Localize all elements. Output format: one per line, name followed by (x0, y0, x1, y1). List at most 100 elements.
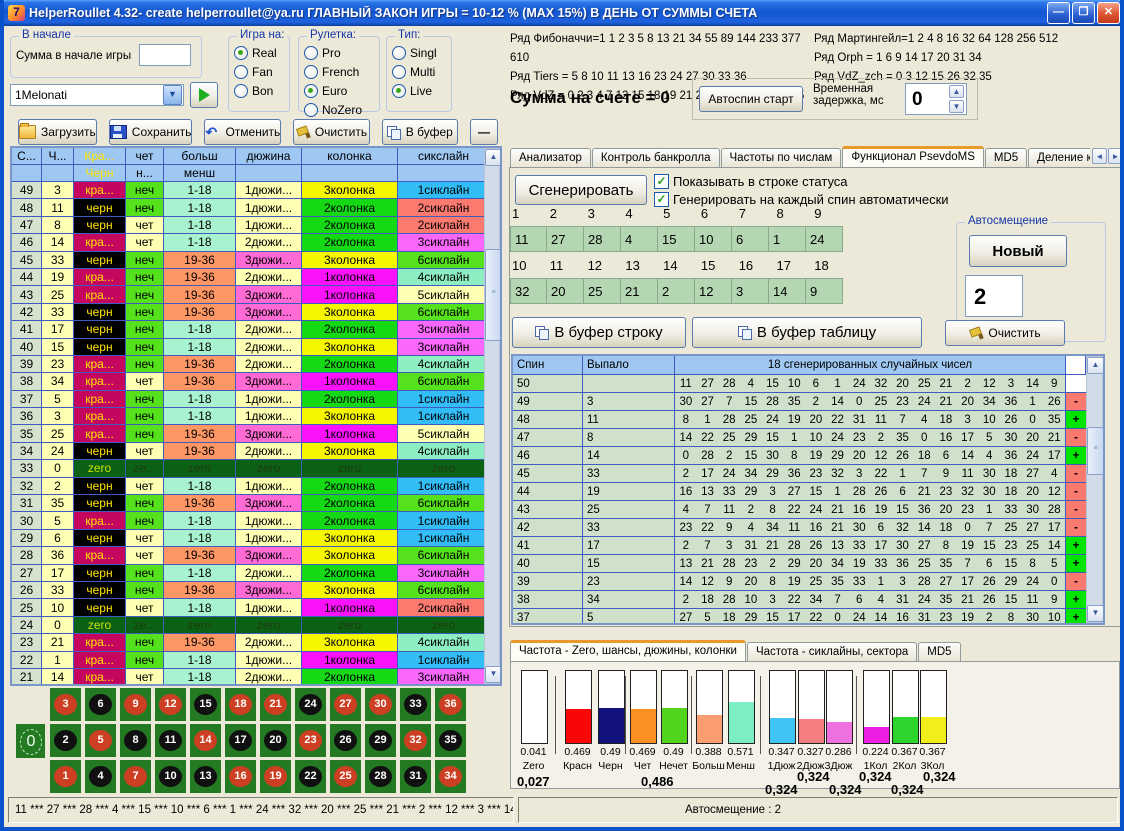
roulette-cell-32[interactable]: 32 (400, 724, 431, 757)
roulette-cell-29[interactable]: 29 (365, 724, 396, 757)
roulette-cell-21[interactable]: 21 (260, 688, 291, 721)
start-sum-input[interactable] (139, 44, 191, 66)
generated-number: 21 (697, 558, 719, 570)
copy-table-button[interactable]: В буфер таблицу (692, 317, 922, 348)
roulette-cell-12[interactable]: 12 (155, 688, 186, 721)
autoshift-value-input[interactable]: 2 (965, 275, 1023, 317)
roulette-cell-11[interactable]: 11 (155, 724, 186, 757)
copy-row-button[interactable]: В буфер строку (512, 317, 686, 348)
roulette-cell-30[interactable]: 30 (365, 688, 396, 721)
tab-1[interactable]: Анализатор (510, 148, 591, 168)
radio-multi[interactable]: Multi (392, 62, 447, 81)
roulette-cell-24[interactable]: 24 (295, 688, 326, 721)
roulette-cell-6[interactable]: 6 (85, 688, 116, 721)
radio-pro[interactable]: Pro (304, 43, 375, 62)
generated-table-scrollbar[interactable]: ▲ ≡ ▼ (1086, 356, 1103, 623)
toolbar-button-2[interactable]: Сохранить (109, 119, 193, 145)
radio-nozero[interactable]: NoZero (304, 100, 375, 119)
scroll-down-icon[interactable]: ▼ (485, 666, 502, 683)
radio-bon[interactable]: Bon (234, 81, 285, 100)
scroll-up-icon[interactable]: ▲ (1087, 357, 1104, 374)
toolbar-button-3[interactable]: ↶Отменить (204, 119, 281, 145)
reference-value: 0,324 (859, 769, 892, 784)
roulette-cell-13[interactable]: 13 (190, 760, 221, 793)
radio-french[interactable]: French (304, 62, 375, 81)
tab-6[interactable]: Деление колеса на (1028, 148, 1090, 168)
close-button[interactable]: ✕ (1097, 2, 1120, 24)
roulette-cell-33[interactable]: 33 (400, 688, 431, 721)
history-table-scrollbar[interactable]: ▲ ≡ ▼ (484, 148, 500, 684)
tab-3[interactable]: Частоты по числам (721, 148, 842, 168)
roulette-cell-19[interactable]: 19 (260, 760, 291, 793)
roulette-zero-cell[interactable]: 0 (16, 724, 45, 758)
roulette-cell-14[interactable]: 14 (190, 724, 221, 757)
roulette-cell-35[interactable]: 35 (435, 724, 466, 757)
minimize-button[interactable]: — (1047, 2, 1070, 24)
autoshift-new-button[interactable]: Новый (969, 235, 1067, 267)
scroll-up-icon[interactable]: ▲ (485, 149, 502, 166)
autospin-panel: Автоспин старт Временнаязадержка, мс 0 ▲… (692, 78, 978, 120)
toolbar-button-4[interactable]: Очистить (293, 119, 369, 145)
autospin-start-button[interactable]: Автоспин старт (699, 86, 803, 112)
toolbar-button-1[interactable]: Загрузить (18, 119, 97, 145)
spinner-up-icon[interactable]: ▲ (949, 85, 964, 98)
radio-singl[interactable]: Singl (392, 43, 447, 62)
strategy-combobox[interactable]: 1Melonati ▼ (10, 84, 184, 106)
chevron-down-icon[interactable]: ▼ (163, 85, 182, 105)
generate-button[interactable]: Сгенерировать (515, 175, 647, 205)
toolbar-button-6[interactable]: — (470, 119, 498, 145)
roulette-cell-18[interactable]: 18 (225, 688, 256, 721)
tab-4[interactable]: Функционал PsevdoMS (842, 146, 984, 168)
cell-numbers: 27331212826133317302781915232514 (675, 537, 1066, 554)
roulette-number: 27 (334, 694, 357, 715)
tab-2[interactable]: Контроль банкролла (592, 148, 720, 168)
run-button[interactable] (190, 82, 218, 108)
radio-live[interactable]: Live (392, 81, 447, 100)
spinner-down-icon[interactable]: ▼ (949, 100, 964, 113)
cell: 32 (12, 478, 42, 495)
roulette-cell-34[interactable]: 34 (435, 760, 466, 793)
scrollbar-thumb[interactable]: ≡ (1087, 427, 1104, 475)
roulette-cell-7[interactable]: 7 (120, 760, 151, 793)
roulette-cell-20[interactable]: 20 (260, 724, 291, 757)
roulette-cell-31[interactable]: 31 (400, 760, 431, 793)
clear-generated-button[interactable]: Очистить (945, 320, 1065, 346)
freq-tab-1[interactable]: Частота - Zero, шансы, дюжины, колонки (510, 640, 746, 663)
radio-real[interactable]: Real (234, 43, 285, 62)
roulette-cell-9[interactable]: 9 (120, 688, 151, 721)
roulette-cell-27[interactable]: 27 (330, 688, 361, 721)
freq-tab-3[interactable]: MD5 (918, 642, 960, 662)
generated-number: 0 (827, 612, 849, 624)
generated-number: 10 (805, 432, 827, 444)
roulette-cell-16[interactable]: 16 (225, 760, 256, 793)
roulette-cell-4[interactable]: 4 (85, 760, 116, 793)
roulette-cell-26[interactable]: 26 (330, 724, 361, 757)
radio-euro[interactable]: Euro (304, 81, 375, 100)
roulette-cell-36[interactable]: 36 (435, 688, 466, 721)
radio-fan[interactable]: Fan (234, 62, 285, 81)
roulette-cell-15[interactable]: 15 (190, 688, 221, 721)
roulette-cell-2[interactable]: 2 (50, 724, 81, 757)
roulette-cell-17[interactable]: 17 (225, 724, 256, 757)
roulette-cell-23[interactable]: 23 (295, 724, 326, 757)
tabs-scroll-right-icon[interactable]: ► (1108, 148, 1123, 164)
tab-5[interactable]: MD5 (985, 148, 1027, 168)
maximize-button[interactable]: ❒ (1072, 2, 1095, 24)
roulette-cell-25[interactable]: 25 (330, 760, 361, 793)
roulette-cell-10[interactable]: 10 (155, 760, 186, 793)
freq-tab-2[interactable]: Частота - сиклайны, сектора (747, 642, 917, 662)
scrollbar-thumb[interactable]: ≡ (485, 249, 502, 341)
roulette-cell-5[interactable]: 5 (85, 724, 116, 757)
roulette-cell-28[interactable]: 28 (365, 760, 396, 793)
roulette-cell-22[interactable]: 22 (295, 760, 326, 793)
generated-number: 28 (718, 594, 740, 606)
tabs-scroll-left-icon[interactable]: ◄ (1092, 148, 1107, 164)
roulette-cell-3[interactable]: 3 (50, 688, 81, 721)
roulette-cell-1[interactable]: 1 (50, 760, 81, 793)
roulette-cell-8[interactable]: 8 (120, 724, 151, 757)
checkbox-show-status[interactable]: ✓ Показывать в строке статуса (654, 172, 848, 191)
cell: 23 (12, 634, 42, 651)
cell: 33 (12, 460, 42, 477)
scroll-down-icon[interactable]: ▼ (1087, 605, 1104, 622)
toolbar-button-5[interactable]: В буфер (382, 119, 458, 145)
